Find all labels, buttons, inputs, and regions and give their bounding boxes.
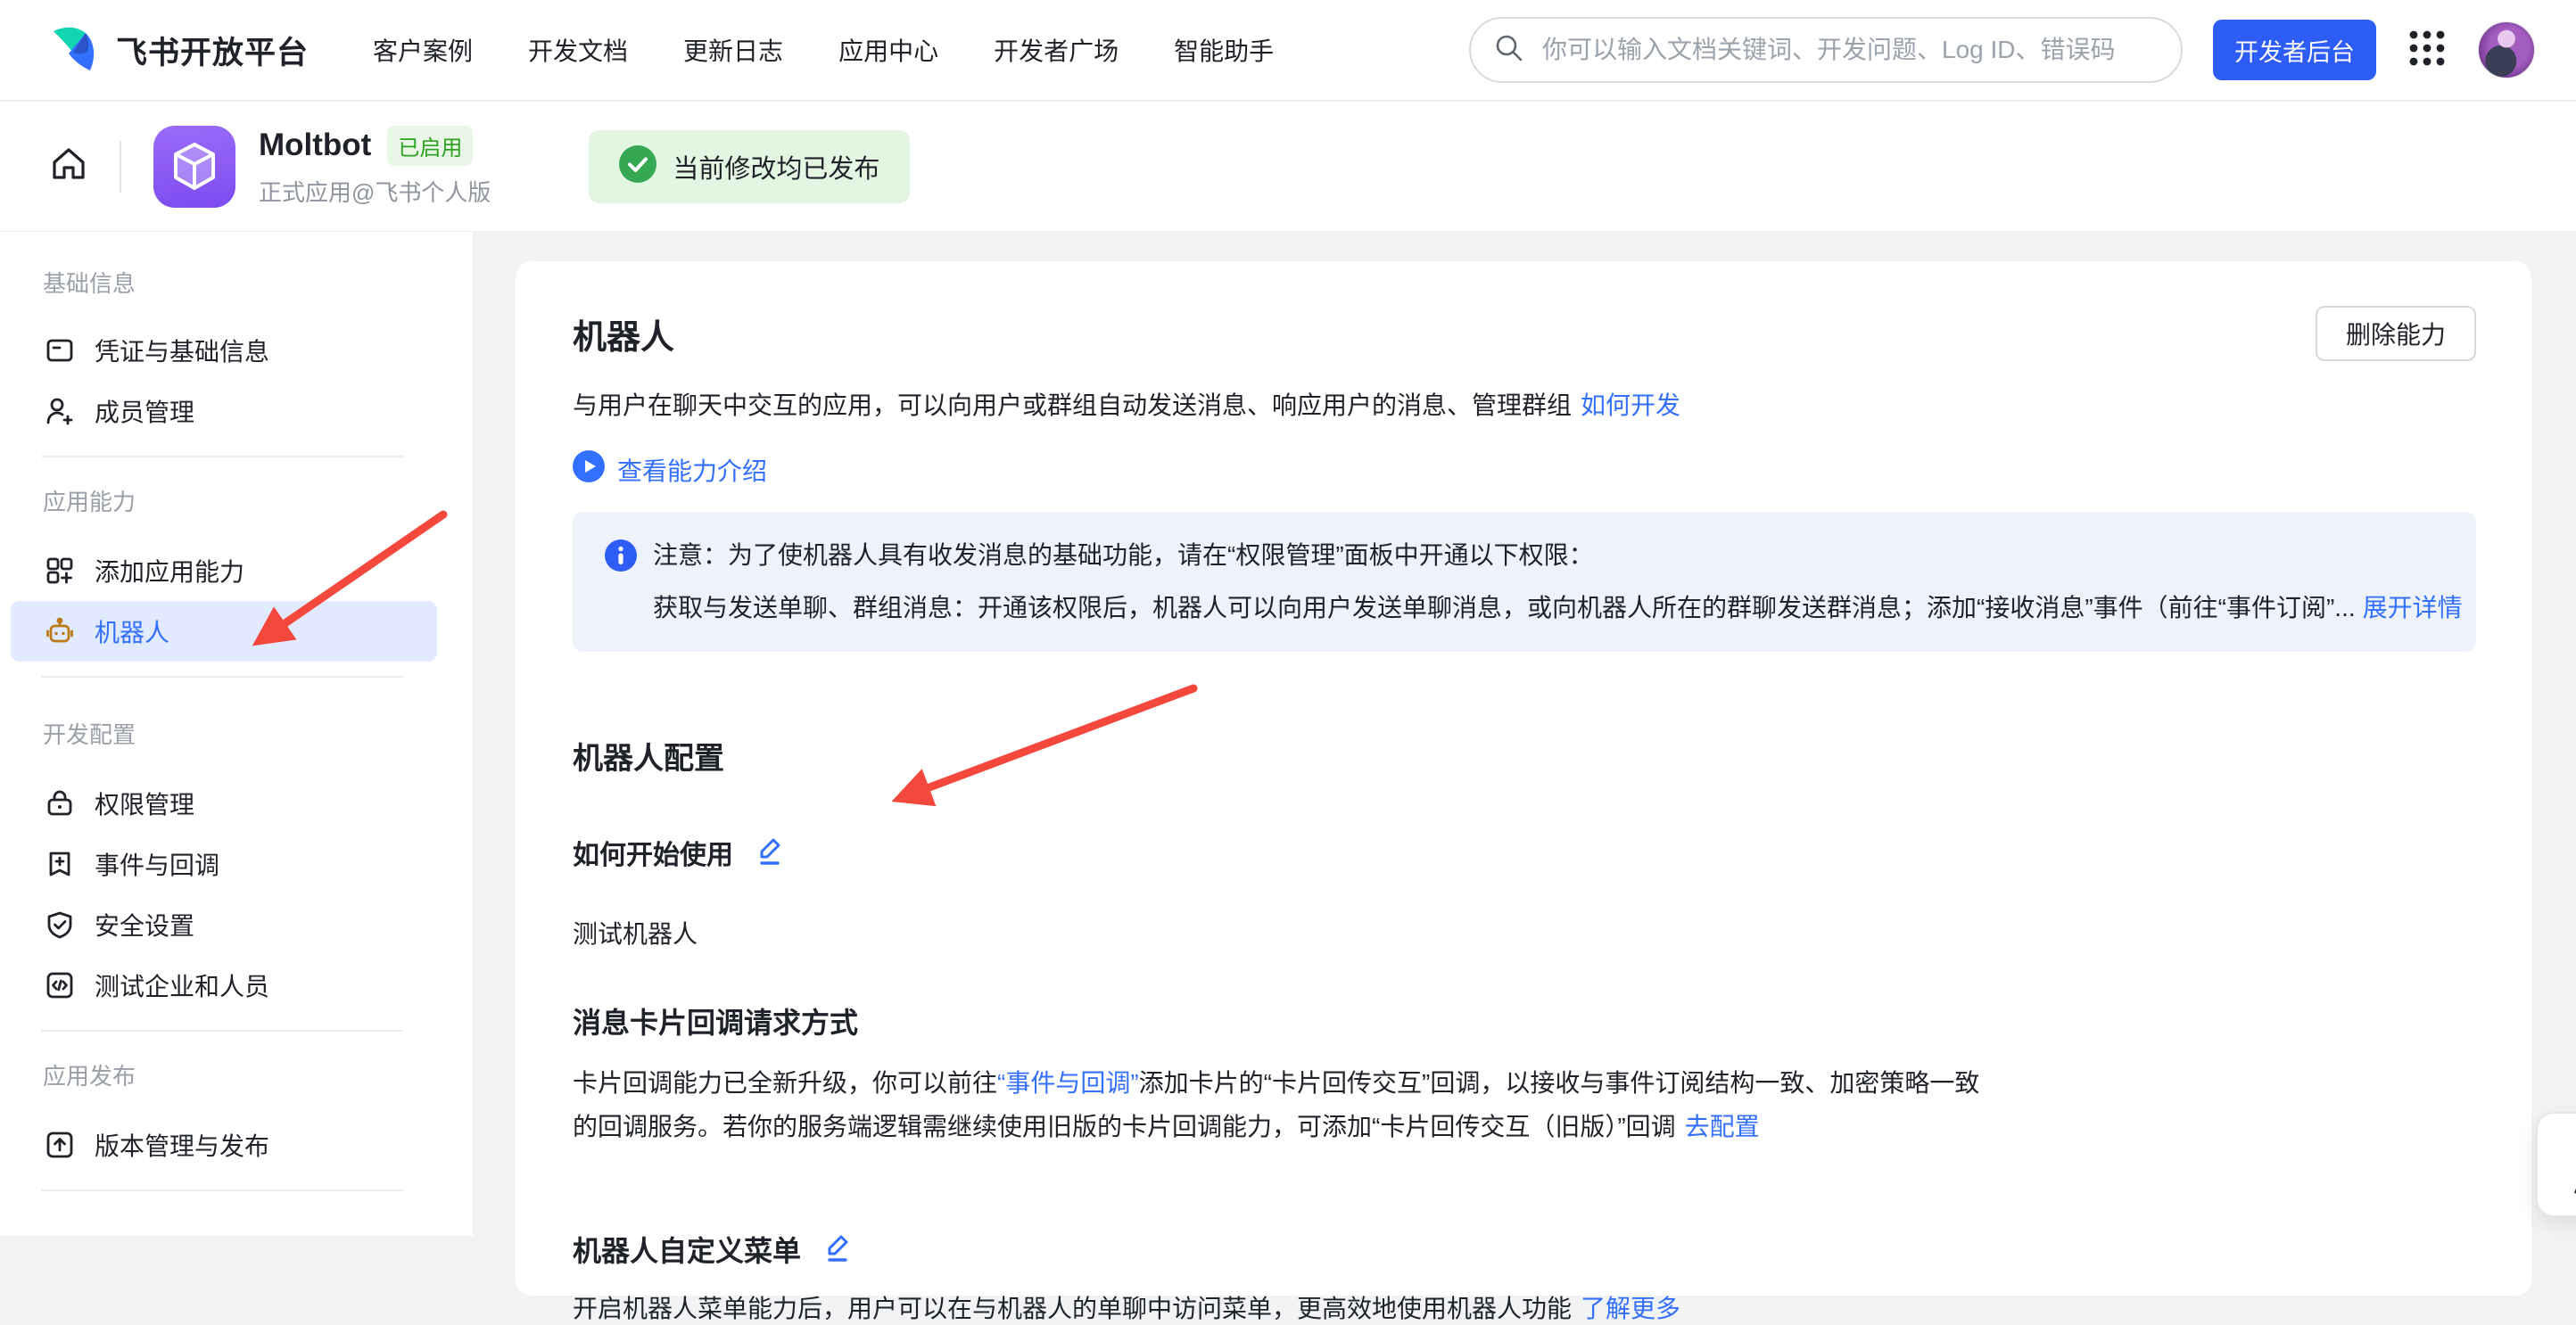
app-header: Moltbot 已启用 正式应用@飞书个人版 当前修改均已发布 [0,102,2576,232]
sidebar-divider [41,456,403,457]
bot-description: 与用户在聊天中交互的应用，可以向用户或群组自动发送消息、响应用户的消息、管理群组… [573,386,2476,422]
notice-line2: 获取与发送单聊、群组消息：开通该权限后，机器人可以向用户发送单聊消息，或向机器人… [605,586,2444,630]
code-icon [45,970,75,1000]
custom-menu-row: 机器人自定义菜单 [573,1229,2476,1270]
credential-icon [45,335,75,366]
robot-icon [45,616,75,646]
nav-item-docs[interactable]: 开发文档 [528,32,628,68]
brand[interactable]: 飞书开放平台 [50,22,309,78]
sidebar-item-security[interactable]: 安全设置 [11,894,437,955]
expand-details-link[interactable]: 展开详情 [2363,594,2463,621]
sidebar-section-capabilities: 应用能力 [43,484,473,517]
learn-more-link[interactable]: 了解更多 [1581,1295,1680,1322]
nav-item-app-center[interactable]: 应用中心 [838,32,938,68]
sidebar-item-label: 权限管理 [95,786,194,821]
add-capability-icon [45,556,75,586]
play-circle-icon [573,450,605,489]
sidebar-section-release: 应用发布 [43,1058,473,1091]
search-input[interactable] [1540,35,2158,65]
nav-item-changelog[interactable]: 更新日志 [683,32,783,68]
sidebar-item-label: 事件与回调 [95,846,219,882]
how-to-develop-link[interactable]: 如何开发 [1581,391,1680,419]
sidebar-item-version-release[interactable]: 版本管理与发布 [11,1115,437,1175]
notice-line1: 注意：为了使机器人具有收发消息的基础功能，请在“权限管理”面板中开通以下权限： [653,533,1594,578]
sidebar-divider [41,1189,403,1191]
sidebar-item-label: 成员管理 [95,393,194,429]
sidebar-divider [41,676,403,678]
edit-pencil-icon[interactable] [755,835,787,871]
publish-status-pill: 当前修改均已发布 [589,130,910,203]
home-icon[interactable] [50,145,87,187]
info-icon [605,533,637,586]
sidebar-divider [41,1030,403,1032]
lock-icon [45,788,75,819]
sidebar-item-label: 机器人 [95,613,169,649]
search-box[interactable] [1469,17,2183,83]
sidebar-item-permissions[interactable]: 权限管理 [11,773,437,834]
sidebar-item-label: 安全设置 [95,907,194,942]
sidebar-item-label: 凭证与基础信息 [95,333,269,368]
feishu-logo-icon [50,22,100,78]
delete-capability-button[interactable]: 删除能力 [2316,306,2476,361]
go-configure-link[interactable]: 去配置 [1685,1113,1760,1140]
capability-intro-row: 查看能力介绍 [573,450,2476,489]
app-meta: Moltbot 已启用 正式应用@飞书个人版 [259,126,491,208]
sidebar-item-label: 版本管理与发布 [95,1127,269,1163]
how-to-start-row: 如何开始使用 [573,833,2476,872]
custom-menu-description: 开启机器人菜单能力后，用户可以在与机器人的单聊中访问菜单，更高效地使用机器人功能… [573,1289,2476,1325]
expand-panel-button[interactable]: 展 [2536,1112,2576,1217]
check-circle-icon [619,145,656,187]
sidebar-item-credentials[interactable]: 凭证与基础信息 [11,320,437,381]
sidebar-item-add-capability[interactable]: 添加应用能力 [11,540,437,601]
bot-config-heading: 机器人配置 [573,734,2476,778]
header-divider [120,141,121,193]
app-name: Moltbot [259,128,371,163]
enabled-status-badge: 已启用 [387,126,473,166]
page-title: 机器人 [573,309,674,358]
card-callback-paragraph: 卡片回调能力已全新升级，你可以前往“事件与回调”添加卡片的“卡片回传交互”回调，… [573,1061,2476,1148]
nav-item-cases[interactable]: 客户案例 [373,32,473,68]
sidebar-item-label: 添加应用能力 [95,553,244,588]
shield-check-icon [45,909,75,940]
top-navbar: 飞书开放平台 客户案例 开发文档 更新日志 应用中心 开发者广场 智能助手 开发… [0,0,2576,101]
user-avatar[interactable] [2478,21,2535,78]
capability-intro-link[interactable]: 查看能力介绍 [617,452,767,488]
nav-item-dev-plaza[interactable]: 开发者广场 [994,32,1119,68]
sidebar-section-dev-config: 开发配置 [43,717,473,750]
release-upload-icon [45,1130,75,1160]
permission-notice: 注意：为了使机器人具有收发消息的基础功能，请在“权限管理”面板中开通以下权限： … [573,512,2476,652]
sidebar: 基础信息 凭证与基础信息 成员管理 应用能力 添加应用能力 机器人 [0,232,473,1236]
event-callback-icon [45,849,75,879]
app-icon [153,126,235,208]
apps-grid-icon[interactable] [2407,28,2448,73]
how-to-start-label: 如何开始使用 [573,833,733,872]
brand-title: 飞书开放平台 [116,28,309,73]
custom-menu-heading: 机器人自定义菜单 [573,1229,801,1270]
edit-pencil-icon[interactable] [822,1231,855,1268]
test-bot-value: 测试机器人 [573,915,2476,951]
main-nav: 客户案例 开发文档 更新日志 应用中心 开发者广场 智能助手 [373,32,1274,68]
sidebar-item-label: 测试企业和人员 [95,967,269,1003]
member-add-icon [45,396,75,426]
sidebar-item-events[interactable]: 事件与回调 [11,834,437,894]
feishu-open-platform-page: { "navbar": { "brand": "飞书开放平台", "items"… [0,0,2576,1236]
developer-console-button[interactable]: 开发者后台 [2213,20,2376,80]
chevron-left-icon [2572,1130,2576,1156]
card-callback-heading: 消息卡片回调请求方式 [573,1000,2476,1041]
sidebar-item-test-org[interactable]: 测试企业和人员 [11,955,437,1016]
app-type-label: 正式应用@飞书个人版 [259,175,491,208]
sidebar-item-bot[interactable]: 机器人 [11,601,437,662]
search-icon [1494,33,1524,68]
sidebar-section-basic-info: 基础信息 [43,266,473,299]
publish-status-text: 当前修改均已发布 [673,148,879,185]
bot-settings-card: 机器人 删除能力 与用户在聊天中交互的应用，可以向用户或群组自动发送消息、响应用… [516,261,2531,1296]
nav-item-assistant[interactable]: 智能助手 [1174,32,1274,68]
sidebar-item-members[interactable]: 成员管理 [11,381,437,441]
navbar-right: 开发者后台 [1469,17,2535,83]
events-callback-link[interactable]: “事件与回调” [997,1069,1139,1097]
